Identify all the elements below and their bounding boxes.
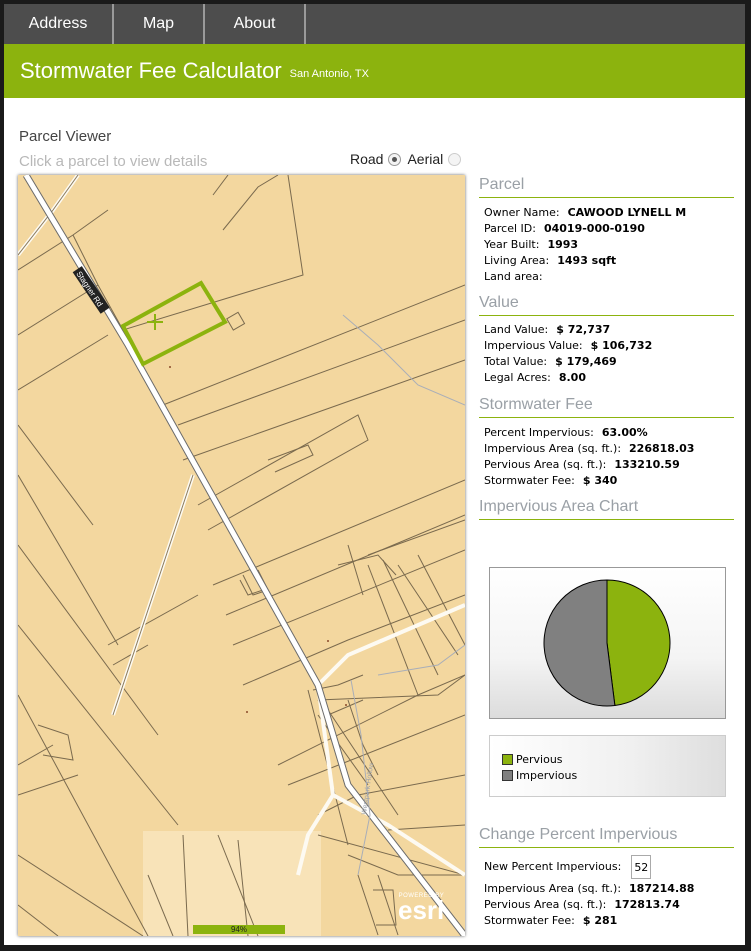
app-header: Stormwater Fee Calculator San Antonio, T…	[4, 44, 745, 98]
new-percent-label: New Percent Impervious:	[484, 860, 622, 873]
legend-item-impervious: Impervious	[502, 769, 577, 782]
pervious-area-label: Pervious Area (sq. ft.):	[484, 458, 607, 471]
new-stormwater-fee-label: Stormwater Fee:	[484, 914, 575, 927]
chart-legend: Pervious Impervious	[489, 735, 726, 797]
impervious-area-label: Impervious Area (sq. ft.):	[484, 442, 622, 455]
pie-chart-canvas	[543, 579, 671, 707]
esri-brand: esri	[398, 895, 445, 925]
value-details: Land Value: $ 72,737 Impervious Value: $ 1…	[484, 322, 652, 386]
change-details: New Percent Impervious: Impervious Area …	[484, 855, 694, 929]
map-zoom-progress: 94%	[193, 925, 285, 934]
basemap-toggle: Road Aerial	[350, 151, 467, 167]
esri-logo: POWERED BY esri	[398, 893, 445, 925]
year-built-label: Year Built:	[484, 238, 540, 251]
app-title: Stormwater Fee Calculator	[20, 58, 282, 83]
parcel-viewer-hint: Click a parcel to view details	[19, 153, 208, 170]
living-area-value: 1493 sqft	[557, 254, 617, 267]
land-value-label: Land Value:	[484, 323, 549, 336]
parcel-map[interactable]: Stagner Rd Westpark Hollow POWERED BY es…	[18, 175, 465, 936]
chart-section-title: Impervious Area Chart	[479, 498, 734, 520]
basemap-aerial-label: Aerial	[407, 151, 444, 167]
nav-tab-about[interactable]: About	[205, 4, 306, 44]
basemap-road-label: Road	[350, 151, 384, 167]
top-nav: Address Map About	[4, 4, 745, 44]
basemap-aerial-radio[interactable]	[448, 152, 462, 166]
impervious-pie-chart	[489, 567, 726, 719]
new-impervious-area-value: 187214.88	[629, 882, 695, 895]
change-section-title: Change Percent Impervious	[479, 826, 734, 848]
owner-label: Owner Name:	[484, 206, 560, 219]
land-area-label: Land area:	[484, 270, 543, 283]
parcel-section-title: Parcel	[479, 176, 734, 198]
new-stormwater-fee-value: $ 281	[582, 914, 618, 927]
value-section-title: Value	[479, 294, 734, 316]
fee-section-title: Stormwater Fee	[479, 396, 734, 418]
new-pervious-area-value: 172813.74	[614, 898, 680, 911]
basemap-road-radio[interactable]	[388, 152, 402, 166]
parcel-id-label: Parcel ID:	[484, 222, 536, 235]
legend-item-pervious: Pervious	[502, 753, 563, 766]
app-subtitle: San Antonio, TX	[289, 68, 369, 80]
owner-value: CAWOOD LYNELL M	[567, 206, 687, 219]
pervious-area-value: 133210.59	[614, 458, 680, 471]
impervious-value-label: Impervious Value:	[484, 339, 583, 352]
year-built-value: 1993	[547, 238, 579, 251]
impervious-value: $ 106,732	[590, 339, 653, 352]
legend-label-pervious: Pervious	[516, 753, 563, 766]
parcel-details: Owner Name: CAWOOD LYNELL M Parcel ID: 040…	[484, 205, 686, 285]
parcel-viewer-title: Parcel Viewer	[19, 128, 112, 145]
impervious-area-value: 226818.03	[629, 442, 695, 455]
total-value: $ 179,469	[555, 355, 617, 368]
pie-slice-pervious	[606, 579, 671, 707]
legend-swatch-impervious	[502, 770, 513, 781]
legal-acres-value: 8.00	[558, 371, 586, 384]
new-impervious-area-label: Impervious Area (sq. ft.):	[484, 882, 622, 895]
nav-tab-map[interactable]: Map	[114, 4, 205, 44]
legal-acres-label: Legal Acres:	[484, 371, 551, 384]
percent-impervious-value: 63.00%	[601, 426, 648, 439]
stormwater-fee-label: Stormwater Fee:	[484, 474, 575, 487]
nav-tab-address[interactable]: Address	[4, 4, 114, 44]
legend-label-impervious: Impervious	[516, 769, 578, 782]
land-value: $ 72,737	[556, 323, 611, 336]
stormwater-fee-value: $ 340	[582, 474, 618, 487]
pie-slice-impervious	[543, 579, 616, 707]
new-pervious-area-label: Pervious Area (sq. ft.):	[484, 898, 607, 911]
parcel-id-value: 04019-000-0190	[543, 222, 645, 235]
total-value-label: Total Value:	[484, 355, 548, 368]
app-window: Address Map About Stormwater Fee Calcula…	[4, 4, 745, 945]
new-percent-input[interactable]	[631, 855, 652, 879]
fee-details: Percent Impervious: 63.00% Impervious Are…	[484, 425, 694, 489]
map-canvas[interactable]: Stagner Rd Westpark Hollow	[18, 175, 465, 936]
percent-impervious-label: Percent Impervious:	[484, 426, 594, 439]
living-area-label: Living Area:	[484, 254, 550, 267]
legend-swatch-pervious	[502, 754, 513, 765]
